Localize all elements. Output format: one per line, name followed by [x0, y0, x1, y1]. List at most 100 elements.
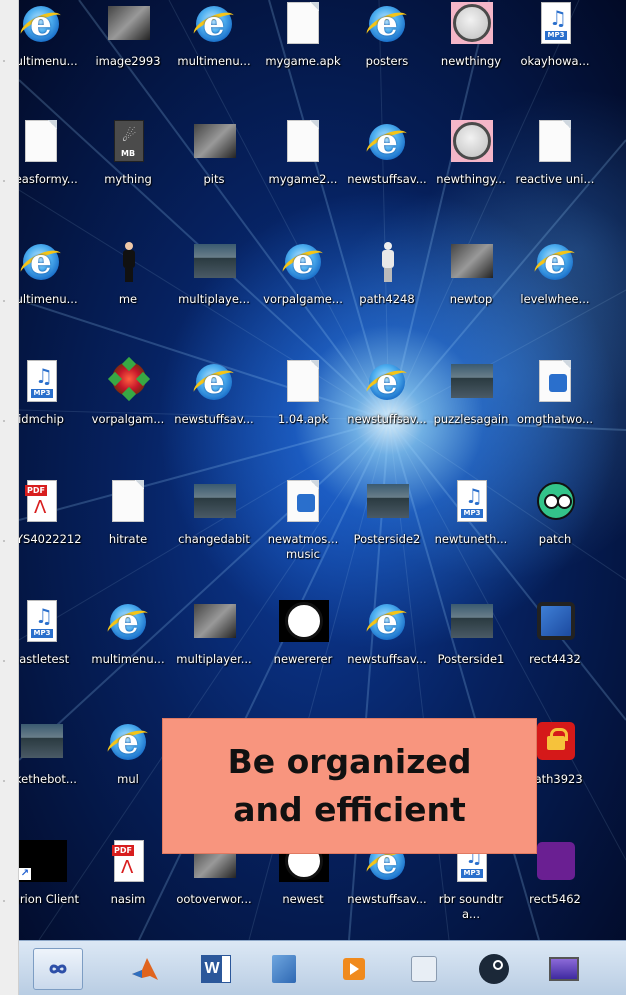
desktop-icon[interactable]: vorpalgam... [87, 356, 169, 470]
desktop-icon[interactable]: e multimenu... [173, 2, 255, 112]
desktop-icon-label: multiplaye... [178, 292, 250, 306]
desktop-icon-label: vorpalgam... [91, 412, 165, 426]
desktop-icon-label: ootoverwor... [176, 892, 252, 906]
desktop-icon[interactable]: ♫MP3 castletest [19, 600, 82, 710]
image-thumbnail-icon [194, 480, 236, 524]
word-icon-letter: W [202, 956, 222, 982]
zombie-icon [535, 480, 575, 524]
desktop-icon-label: posters [365, 54, 409, 68]
mb-file-icon: ☄ MB [108, 120, 148, 164]
desktop-icon[interactable]: ideasformy... [19, 120, 82, 230]
desktop-icon[interactable]: Posterside1 [430, 600, 512, 710]
ie-icon: e [363, 360, 411, 404]
desktop-icon[interactable]: patch [514, 480, 596, 590]
ie-icon: e [19, 2, 65, 46]
desktop-icon-label: newstuffsav... [347, 652, 427, 666]
desktop-icon[interactable]: me [87, 240, 169, 350]
blank-file-icon [283, 120, 323, 164]
desktop-icon[interactable]: e newstuffsav... [346, 360, 428, 470]
desktop-icon[interactable]: multiplaye... [173, 240, 255, 350]
gray-circle-icon [451, 2, 493, 46]
desktop-icon-label: newthingy... [436, 172, 506, 186]
desktop-icon[interactable]: e posters [346, 2, 428, 112]
desktop-icon[interactable]: 1.04.apk [262, 360, 344, 470]
desktop-icon[interactable]: changedabit [173, 480, 255, 590]
blank-file-icon [108, 480, 148, 524]
desktop-icon-label: multiplayer... [176, 652, 252, 666]
desktop-icon[interactable]: newatmos... music [262, 480, 344, 590]
desktop-icon[interactable]: e levelwhee... [514, 240, 596, 350]
word-icon: W [201, 955, 231, 983]
desktop-icon-label: ideasformy... [19, 172, 78, 186]
mp3-file-icon: ♫ MP3 [21, 360, 61, 404]
desktop-icon[interactable]: newest [262, 840, 344, 950]
desktop-icon[interactable]: newererer [262, 600, 344, 710]
desktop-icon[interactable]: reactive uni... [514, 120, 596, 230]
desktop-icon[interactable]: e mul [87, 720, 169, 830]
desktop-icon[interactable]: rect4432 [514, 600, 596, 710]
desktop-icon[interactable]: Ilikethebot... [19, 720, 82, 830]
desktop-icon[interactable]: hitrate [87, 480, 169, 590]
desktop-icon[interactable]: e newstuffsav... [346, 840, 428, 950]
callout-box: Be organized and efficient [162, 718, 537, 854]
pdf-icon: PDF Λ [21, 480, 61, 524]
desktop-icon-label: puzzlesagain [433, 412, 509, 426]
desktop-icon[interactable]: e newstuffsav... [173, 360, 255, 470]
image-thumbnail-icon [367, 480, 409, 524]
desktop-icon-label: patch [538, 532, 572, 546]
desktop-icon[interactable]: e multimenu... [87, 600, 169, 710]
taskbar-steam-button[interactable] [469, 948, 519, 990]
desktop-icon[interactable]: PDF Λ nasim [87, 840, 169, 950]
window-left-frame [0, 0, 19, 995]
desktop-icon[interactable]: ♫ MP3 okayhowa... [514, 2, 596, 112]
monitor-app-icon [549, 957, 579, 981]
pdf-icon: PDF Λ [108, 840, 148, 884]
taskbar-monitor-app-button[interactable] [539, 948, 589, 990]
taskbar-notebook-button[interactable] [259, 948, 309, 990]
desktop-icon[interactable]: e multimenu... [19, 2, 82, 112]
desktop-icon[interactable]: path4248 [346, 240, 428, 350]
desktop-icon[interactable]: PDFΛ PHYS4022212 [19, 480, 82, 590]
desktop-icon[interactable]: e newstuffsav... [346, 120, 428, 230]
ie-icon: e [19, 240, 65, 284]
desktop-icon[interactable]: ↗ Illarion Client [19, 840, 82, 950]
desktop-icon-label: newtop [449, 292, 493, 306]
desktop-icon-label: rbr soundtra... [438, 892, 504, 921]
desktop-icon[interactable]: e multimenu... [19, 240, 82, 350]
ie-icon: e [104, 600, 152, 644]
desktop-icon-label: multimenu... [91, 652, 165, 666]
desktop-icon[interactable]: newthingy... [430, 120, 512, 230]
desktop-icon[interactable]: puzzlesagain [430, 360, 512, 470]
desktop-icon[interactable]: Posterside2 [346, 480, 428, 590]
desktop-icon[interactable]: mygame.apk [262, 2, 344, 112]
desktop-icon-label: mything [104, 172, 152, 186]
desktop-icon-label: vorpalgame... [263, 292, 343, 306]
desktop-icon[interactable]: newtop [430, 240, 512, 350]
taskbar: W [19, 940, 626, 995]
desktop-icon[interactable]: newthingy [430, 2, 512, 112]
desktop-icon[interactable]: ☄ MB mything [87, 120, 169, 230]
taskbar-infinity-app-button[interactable] [33, 948, 83, 990]
desktop-icon-label: me [118, 292, 138, 306]
desktop-icon-label: castletest [19, 652, 70, 666]
desktop-icon[interactable]: multiplayer... [173, 600, 255, 710]
desktop-icon[interactable]: rect5462 [514, 840, 596, 950]
desktop-icon-label: omgthatwo... [516, 412, 594, 426]
desktop-icon[interactable]: omgthatwo... [514, 360, 596, 470]
desktop-icon[interactable]: ♫ MP3 idmchip [19, 360, 82, 470]
taskbar-word-button[interactable]: W [191, 948, 241, 990]
taskbar-matlab-button[interactable] [120, 948, 170, 990]
desktop-icon[interactable]: e vorpalgame... [262, 240, 344, 350]
desktop-icon[interactable]: pits [173, 120, 255, 230]
taskbar-media-player-button[interactable] [329, 948, 379, 990]
callout-line-1: Be organized [227, 742, 472, 781]
desktop-icon[interactable]: e newstuffsav... [346, 600, 428, 710]
desktop-icon[interactable]: ♫ MP3 rbr soundtra... [430, 840, 512, 950]
taskbar-scanner-button[interactable] [399, 948, 449, 990]
desktop-icon[interactable]: ootoverwor... [173, 840, 255, 950]
desktop-icon[interactable]: mygame2... [262, 120, 344, 230]
desktop-icon[interactable]: ♫ MP3 newtuneth... [430, 480, 512, 590]
media-player-icon [343, 958, 365, 980]
desktop-icon[interactable]: image2993 [87, 2, 169, 112]
desktop-icon-label: multimenu... [19, 54, 78, 68]
